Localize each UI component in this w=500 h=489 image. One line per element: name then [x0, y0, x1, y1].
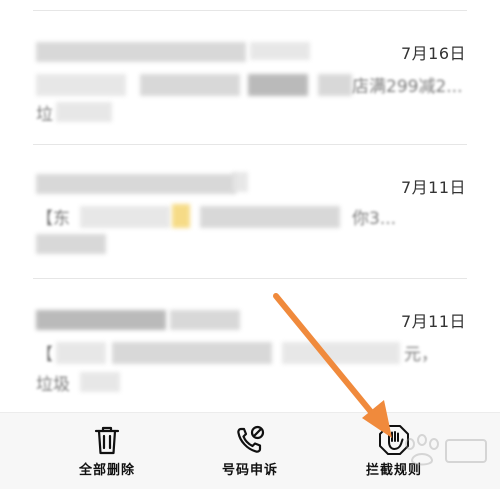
delete-all-button[interactable]: 全部删除 — [42, 413, 172, 489]
blurred-sender — [250, 42, 310, 60]
message-item[interactable]: 7月16日 店满299减2... 垃 — [0, 12, 500, 142]
blurred-sender — [36, 310, 166, 330]
blurred-preview — [56, 102, 112, 122]
blurred-preview — [56, 342, 106, 364]
blurred-preview — [36, 74, 126, 96]
number-appeal-label: 号码申诉 — [221, 463, 278, 478]
blurred-sender — [232, 172, 248, 192]
message-date: 7月16日 — [400, 44, 466, 63]
message-preview: 【东 — [36, 209, 70, 229]
trash-icon — [94, 426, 120, 455]
message-preview: 【 — [36, 345, 53, 365]
blurred-preview — [112, 342, 272, 364]
divider — [33, 10, 467, 11]
message-date: 7月11日 — [400, 178, 466, 197]
watermark-logo — [405, 434, 487, 466]
blurred-preview — [282, 342, 400, 364]
delete-all-label: 全部删除 — [78, 463, 135, 478]
message-preview: 店满299减2... — [352, 77, 463, 97]
blurred-preview — [80, 206, 170, 228]
blurred-preview — [318, 74, 352, 96]
blurred-preview — [200, 206, 340, 228]
message-date: 7月11日 — [400, 312, 466, 331]
blurred-preview — [36, 234, 106, 254]
message-item[interactable]: 7月11日 【 元， 垃圾 — [0, 280, 500, 410]
message-preview-tail: 元， — [404, 345, 438, 365]
blurred-preview — [172, 204, 190, 228]
number-appeal-button[interactable]: 号码申诉 — [185, 413, 315, 489]
message-preview-line3: 垃圾 — [36, 375, 70, 395]
message-item[interactable]: 7月11日 【东 你3... — [0, 146, 500, 276]
blurred-preview — [248, 74, 308, 96]
divider — [33, 144, 467, 145]
message-preview-tail: 你3... — [352, 209, 397, 229]
message-preview-line3: 垃 — [36, 105, 53, 125]
blurred-preview — [80, 372, 120, 392]
phone-block-icon — [237, 425, 265, 453]
divider — [33, 278, 467, 279]
blurred-sender — [170, 310, 240, 330]
blurred-sender — [36, 174, 236, 194]
blurred-preview — [140, 74, 240, 96]
blurred-sender — [36, 42, 246, 62]
message-list: 7月16日 店满299减2... 垃 7月11日 【东 你3... 7月11日 … — [0, 0, 500, 412]
